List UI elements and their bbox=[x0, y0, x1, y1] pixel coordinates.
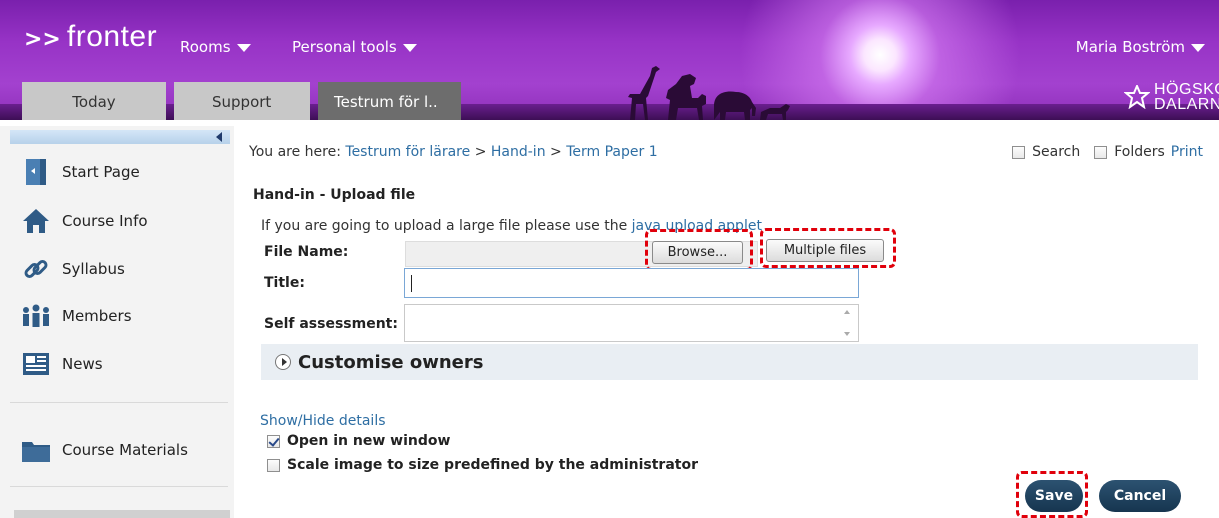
tab-support[interactable]: Support bbox=[174, 82, 310, 120]
search-option-label: Search bbox=[1032, 144, 1081, 160]
file-name-label: File Name: bbox=[264, 244, 349, 260]
chevron-down-icon bbox=[402, 44, 417, 52]
scroll-up-icon[interactable] bbox=[844, 310, 850, 314]
multiple-files-button[interactable]: Multiple files bbox=[766, 239, 884, 262]
breadcrumb-prefix: You are here: bbox=[249, 144, 341, 160]
sidebar-item-news[interactable]: News bbox=[0, 344, 234, 384]
sidebar-item-label: Members bbox=[62, 307, 132, 325]
logo-text: fronter bbox=[66, 20, 158, 53]
breadcrumb: You are here: Testrum för lärare > Hand-… bbox=[249, 144, 658, 160]
sidebar-divider bbox=[10, 402, 228, 403]
tab-today-label: Today bbox=[72, 93, 116, 111]
personal-tools-menu[interactable]: Personal tools bbox=[292, 38, 417, 56]
upload-note-text: If you are going to upload a large file … bbox=[261, 218, 632, 234]
door-icon bbox=[20, 156, 52, 188]
breadcrumb-link[interactable]: Testrum för lärare bbox=[345, 144, 470, 160]
user-menu[interactable]: Maria Boström bbox=[1076, 38, 1205, 56]
folder-icon bbox=[20, 434, 52, 466]
header-banner: >> fronter Rooms Personal tools Maria Bo… bbox=[0, 0, 1219, 120]
link-icon bbox=[20, 253, 52, 285]
sidebar-item-course-materials[interactable]: Course Materials bbox=[0, 430, 234, 470]
sidebar-item-course-info[interactable]: Course Info bbox=[0, 201, 234, 241]
scroll-down-icon[interactable] bbox=[844, 332, 850, 336]
sidebar-item-start-page[interactable]: Start Page bbox=[0, 152, 234, 192]
self-assessment-label: Self assessment: bbox=[264, 316, 398, 332]
tab-today[interactable]: Today bbox=[22, 82, 166, 120]
page-title: Hand-in - Upload file bbox=[253, 187, 416, 203]
self-assessment-textarea[interactable] bbox=[404, 304, 859, 342]
tab-testrum[interactable]: Testrum för l.. bbox=[318, 82, 461, 120]
personal-tools-menu-label: Personal tools bbox=[292, 38, 397, 56]
search-checkbox[interactable] bbox=[1012, 145, 1026, 159]
upload-note: If you are going to upload a large file … bbox=[261, 218, 762, 234]
scale-image-label: Scale image to size predefined by the ad… bbox=[287, 457, 698, 473]
scale-image-checkbox[interactable] bbox=[267, 458, 280, 472]
newspaper-icon bbox=[20, 348, 52, 380]
rooms-menu-label: Rooms bbox=[180, 38, 231, 56]
sidebar-item-members[interactable]: Members bbox=[0, 296, 234, 336]
java-upload-applet-link[interactable]: java upload applet bbox=[632, 218, 762, 234]
breadcrumb-separator: > bbox=[550, 144, 562, 160]
sidebar-item-label: Syllabus bbox=[62, 260, 125, 278]
open-new-window-checkbox[interactable] bbox=[267, 434, 280, 448]
sidebar-item-syllabus[interactable]: Syllabus bbox=[0, 249, 234, 289]
sidebar-item-label: News bbox=[62, 355, 103, 373]
sidebar-divider bbox=[10, 486, 228, 487]
logo-arrows: >> bbox=[24, 27, 61, 52]
sidebar-item-label: Start Page bbox=[62, 163, 140, 181]
sidebar-item-label: Course Materials bbox=[62, 441, 188, 459]
tab-support-label: Support bbox=[212, 93, 272, 111]
collapse-left-icon[interactable] bbox=[216, 132, 222, 142]
cancel-button[interactable]: Cancel bbox=[1099, 480, 1181, 512]
show-hide-details-link[interactable]: Show/Hide details bbox=[260, 413, 386, 429]
customise-owners-toggle[interactable]: Customise owners bbox=[261, 344, 1198, 380]
animal-silhouettes-icon bbox=[628, 66, 790, 120]
chevron-down-icon bbox=[1191, 44, 1205, 52]
customise-owners-label: Customise owners bbox=[298, 351, 484, 373]
tab-testrum-label: Testrum för l.. bbox=[334, 93, 438, 111]
folders-checkbox[interactable] bbox=[1094, 145, 1108, 159]
sidebar: Start Page Course Info Syllabus Members … bbox=[0, 126, 234, 518]
save-button[interactable]: Save bbox=[1025, 480, 1083, 512]
people-icon bbox=[20, 300, 52, 332]
sidebar-bottom-bar bbox=[14, 510, 230, 518]
title-input[interactable] bbox=[404, 268, 859, 298]
rooms-menu[interactable]: Rooms bbox=[180, 38, 251, 56]
breadcrumb-link[interactable]: Term Paper 1 bbox=[566, 144, 657, 160]
brand-line-1: HÖGSKOLAN bbox=[1154, 81, 1219, 98]
sidebar-collapse-bar[interactable] bbox=[10, 130, 230, 144]
open-new-window-label: Open in new window bbox=[287, 433, 451, 449]
open-new-window-option[interactable]: Open in new window bbox=[267, 433, 450, 449]
brand-emblem-icon bbox=[1124, 85, 1150, 109]
user-name: Maria Boström bbox=[1075, 38, 1185, 56]
breadcrumb-separator: > bbox=[474, 144, 487, 160]
browse-button[interactable]: Browse... bbox=[652, 241, 743, 264]
breadcrumb-link[interactable]: Hand-in bbox=[491, 144, 546, 160]
home-icon bbox=[20, 205, 52, 237]
title-label: Title: bbox=[264, 275, 305, 291]
hogskolan-dalarna-logo: HÖGSKOLAN DALARNA bbox=[1124, 81, 1219, 113]
fronter-logo[interactable]: >> fronter bbox=[24, 20, 157, 54]
page-options: Search Folders Print bbox=[1012, 144, 1203, 160]
sidebar-item-label: Course Info bbox=[62, 212, 148, 230]
print-link[interactable]: Print bbox=[1171, 144, 1203, 160]
expand-play-icon bbox=[275, 354, 291, 370]
chevron-down-icon bbox=[236, 44, 251, 52]
text-cursor bbox=[411, 275, 412, 292]
scale-image-option[interactable]: Scale image to size predefined by the ad… bbox=[267, 457, 698, 473]
brand-line-2: DALARNA bbox=[1154, 96, 1219, 113]
folders-option-label: Folders bbox=[1114, 144, 1165, 160]
